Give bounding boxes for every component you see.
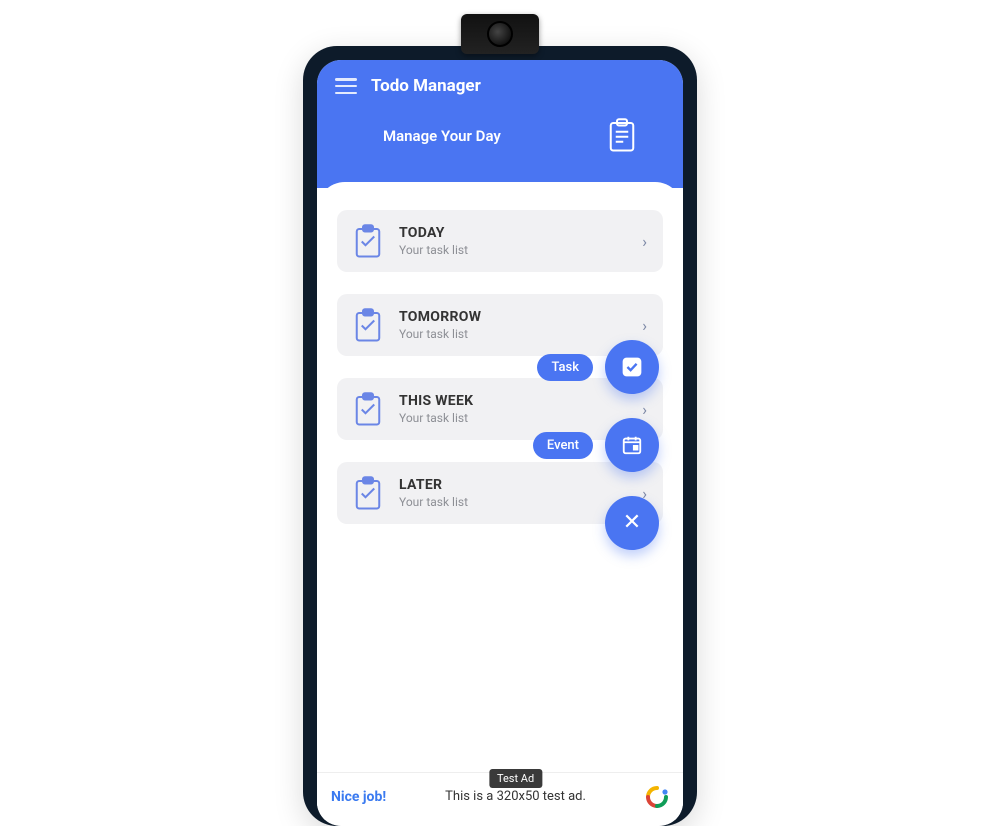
popup-camera [461,14,539,54]
phone-frame: Todo Manager Manage Your Day [303,46,697,826]
card-subtitle: Your task list [399,327,626,341]
ad-tag: Test Ad [489,769,542,788]
sub-header: Manage Your Day [335,96,665,154]
app-header: Todo Manager Manage Your Day [317,60,683,188]
card-title: TODAY [399,225,626,241]
card-text: TOMORROW Your task list [399,309,626,341]
chevron-right-icon: › [642,316,647,335]
fab-close-button[interactable]: ✕ [605,496,659,550]
top-bar: Todo Manager [335,76,665,96]
fab-stack: Task Event [533,340,659,550]
fab-task-label: Task [537,354,593,381]
card-text: TODAY Your task list [399,225,626,257]
fab-event-row: Event [533,418,659,472]
clipboard-icon [353,308,383,342]
ad-banner[interactable]: Nice job! Test Ad This is a 320x50 test … [317,772,683,820]
menu-icon[interactable] [335,78,357,94]
clipboard-icon [353,392,383,426]
chevron-right-icon: › [642,232,647,251]
fab-event-label: Event [533,432,593,459]
fab-task-row: Task [537,340,659,394]
card-subtitle: Your task list [399,243,626,257]
app-title: Todo Manager [371,76,481,96]
close-icon: ✕ [623,512,641,534]
card-title: TOMORROW [399,309,626,325]
ad-center: Test Ad This is a 320x50 test ad. [396,789,635,804]
clipboard-icon [353,476,383,510]
app-screen: Todo Manager Manage Your Day [317,60,683,826]
ad-nice-text: Nice job! [331,789,386,805]
fab-close-row: ✕ [605,496,659,550]
content-panel: TODAY Your task list › TOMORROW Your tas… [317,182,683,820]
list-today[interactable]: TODAY Your task list › [337,210,663,272]
ad-text: This is a 320x50 test ad. [396,789,635,804]
clipboard-icon[interactable] [607,118,637,154]
fab-task-button[interactable] [605,340,659,394]
fab-event-button[interactable] [605,418,659,472]
page-subtitle: Manage Your Day [383,127,501,145]
admob-logo-icon [645,785,669,809]
clipboard-icon [353,224,383,258]
